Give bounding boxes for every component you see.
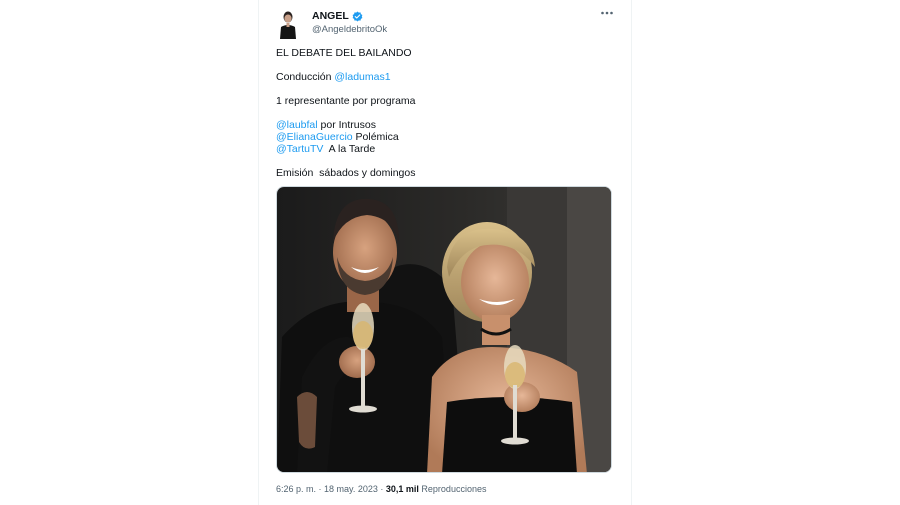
rep-mention-link[interactable]: @ElianaGuercio [276,131,353,143]
host-mention-link[interactable]: @ladumas1 [334,71,390,83]
tweet-meta: 6:26 p. m. · 18 may. 2023 · 30,1 mil Rep… [276,484,486,494]
tweet-host-line: Conducción @ladumas1 [276,71,391,83]
views-count: 30,1 mil [385,484,419,494]
rep-line: @TartuTV A la Tarde [276,143,375,155]
verified-badge-icon [352,11,363,22]
host-label: Conducción [276,71,335,83]
rep-mention-link[interactable]: @laubfal [276,119,318,131]
author-handle[interactable]: @AngeldebritoOk [312,24,387,35]
page: ANGEL @AngeldebritoOk EL DEBATE DEL BAIL… [0,0,900,505]
avatar[interactable] [277,9,299,39]
rep-mention-link[interactable]: @TartuTV [276,143,323,155]
rep-line: @ElianaGuercio Polémica [276,131,399,143]
rep-text: A la Tarde [323,143,376,155]
tweet-title: EL DEBATE DEL BAILANDO [276,47,412,59]
rep-text: por Intrusos [317,119,376,131]
tweet-representatives: 1 representante por programa [276,95,416,107]
tweet-photo[interactable] [276,186,612,473]
tweet-broadcast: Emisión sábados y domingos [276,167,416,179]
views-label: Reproducciones [418,484,487,494]
tweet-timestamp[interactable]: 6:26 p. m. · 18 may. 2023 · [276,484,386,494]
tweet-card: ANGEL @AngeldebritoOk EL DEBATE DEL BAIL… [258,0,632,505]
rep-line: @laubfal por Intrusos [276,119,376,131]
author-name-text: ANGEL [312,10,349,22]
author-name[interactable]: ANGEL [312,10,363,22]
rep-text: Polémica [352,131,399,143]
more-options-icon[interactable] [598,8,616,22]
